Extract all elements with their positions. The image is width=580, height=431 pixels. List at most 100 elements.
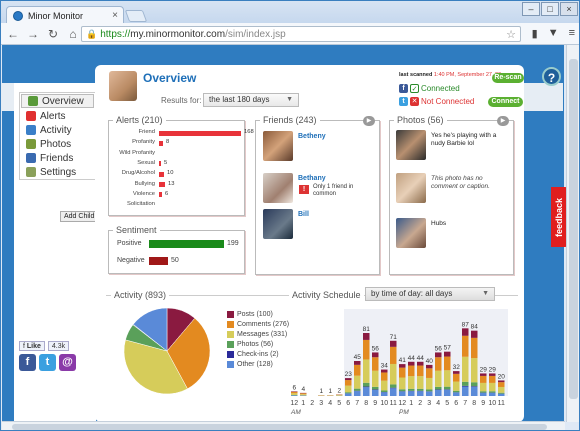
alert-count: 168 xyxy=(244,129,254,135)
schedule-bar-value: 34 xyxy=(381,363,389,370)
lock-icon: 🔒 xyxy=(86,28,98,39)
schedule-bar-value: 84 xyxy=(471,324,479,331)
friend-photo[interactable] xyxy=(263,131,293,161)
maximize-icon[interactable]: □ xyxy=(541,2,559,16)
schedule-bar-segment xyxy=(372,386,379,390)
help-icon[interactable]: ? xyxy=(542,67,561,86)
friend-name[interactable]: Bethany xyxy=(298,175,326,182)
schedule-bar-segment xyxy=(435,370,442,387)
email-icon[interactable]: @ xyxy=(59,354,76,371)
schedule-bar-segment xyxy=(480,391,487,393)
schedule-period-label: PM xyxy=(399,409,409,416)
schedule-tick-label: 7 xyxy=(463,400,467,407)
photo-thumbnail[interactable] xyxy=(396,218,426,248)
friends-next-icon[interactable]: ▶ xyxy=(363,116,375,126)
scroll-thumb[interactable] xyxy=(12,424,547,430)
schedule-bar-segment xyxy=(417,391,424,396)
schedule-bar-value: 40 xyxy=(426,358,434,365)
warning-icon: ! xyxy=(299,185,309,194)
sentiment-negative-value: 50 xyxy=(171,257,179,264)
extension-icon[interactable]: ▼ xyxy=(548,27,559,40)
schedule-bar-segment xyxy=(354,388,361,391)
chevron-down-icon: ▼ xyxy=(482,290,489,297)
friend-photo[interactable] xyxy=(263,173,293,203)
schedule-bar-segment xyxy=(390,340,397,347)
schedule-bar-value: 41 xyxy=(399,357,407,364)
friend-name[interactable]: Betheny xyxy=(298,133,326,140)
schedule-bar-segment xyxy=(399,391,406,396)
add-child-button[interactable]: Add Child xyxy=(60,211,99,222)
forward-icon[interactable]: → xyxy=(25,27,41,41)
sidebar-item-alerts[interactable]: Alerts xyxy=(20,109,95,123)
rescan-button[interactable]: Re-scan xyxy=(492,73,524,83)
schedule-bar-segment xyxy=(498,382,505,387)
date-range-select[interactable]: the last 180 days ▼ xyxy=(203,93,299,107)
activity-icon xyxy=(26,125,36,135)
schedule-bar-segment xyxy=(408,388,415,391)
home-icon[interactable]: ⌂ xyxy=(65,27,81,41)
schedule-bar-segment xyxy=(345,392,352,394)
schedule-select[interactable]: by time of day: all days ▼ xyxy=(365,287,495,301)
sidebar-item-friends[interactable]: Friends xyxy=(20,151,95,165)
schedule-tick-label: 12 xyxy=(290,400,298,407)
bookmark-star-icon[interactable]: ☆ xyxy=(506,28,516,41)
social-share: f Like 4.3k f t @ xyxy=(19,341,76,371)
alert-category-label: Violence xyxy=(132,190,155,197)
schedule-bar-segment xyxy=(462,328,469,336)
photo-thumbnail[interactable] xyxy=(396,173,426,203)
vertical-scrollbar[interactable] xyxy=(566,45,579,422)
facebook-icon: f xyxy=(399,84,408,93)
scroll-thumb[interactable] xyxy=(569,59,578,399)
schedule-tick-label: 10 xyxy=(488,400,496,407)
url-path: /sim/index.jsp xyxy=(225,28,286,40)
alert-category-label: Solicitation xyxy=(126,201,155,208)
schedule-bar-value: 23 xyxy=(345,371,353,378)
schedule-bar-segment xyxy=(408,361,415,366)
url-host: my.minormonitor.com xyxy=(130,28,226,40)
facebook-connection: f ✓ Connected xyxy=(399,84,460,93)
friend-photo[interactable] xyxy=(263,209,293,239)
connect-button[interactable]: Connect xyxy=(488,97,523,107)
photo-thumbnail[interactable] xyxy=(396,130,426,160)
sidebar-item-settings[interactable]: Settings xyxy=(20,165,95,179)
schedule-bar-segment xyxy=(363,359,370,383)
menu-icon[interactable]: ≡ xyxy=(569,27,575,40)
back-icon[interactable]: ← xyxy=(5,27,21,41)
schedule-bar-segment xyxy=(480,392,487,396)
like-button[interactable]: f Like xyxy=(19,341,45,351)
minimize-icon[interactable]: – xyxy=(522,2,540,16)
sidebar-item-overview[interactable]: Overview xyxy=(21,94,94,108)
legend-label: Photos (56) xyxy=(237,340,274,348)
schedule-bar-segment xyxy=(381,369,388,373)
schedule-bar-segment xyxy=(363,382,370,387)
signal-icon[interactable]: ▮ xyxy=(532,27,538,40)
reload-icon[interactable]: ↻ xyxy=(45,27,61,41)
schedule-bar-value: 45 xyxy=(354,354,362,361)
page-title: Overview xyxy=(143,71,197,85)
schedule-bar-segment xyxy=(399,364,406,368)
schedule-tick-label: 11 xyxy=(390,400,397,407)
twitter-icon[interactable]: t xyxy=(39,354,56,371)
schedule-bar-value: 57 xyxy=(444,345,452,352)
browser-tab[interactable]: Minor Monitor × xyxy=(6,6,124,24)
facebook-icon[interactable]: f xyxy=(19,354,36,371)
close-tab-icon[interactable]: × xyxy=(112,10,118,21)
new-tab-button[interactable] xyxy=(124,10,148,22)
schedule-bar-segment xyxy=(435,389,442,396)
friend-name[interactable]: Bill xyxy=(298,211,309,218)
sidebar-item-photos[interactable]: Photos xyxy=(20,137,95,151)
address-bar[interactable]: 🔒 https:// my.minormonitor.com /sim/inde… xyxy=(81,26,521,42)
last-scanned: last scanned 1:40 PM, September 27, 20 xyxy=(399,72,501,78)
schedule-bar-segment xyxy=(462,356,469,382)
schedule-bar-segment xyxy=(390,346,397,364)
schedule-bar-segment xyxy=(489,391,496,393)
photos-next-icon[interactable]: ▶ xyxy=(497,116,509,126)
schedule-tick-label: 4 xyxy=(328,400,332,407)
window-controls: – □ × xyxy=(522,2,578,16)
feedback-tab[interactable]: feedback xyxy=(551,187,567,247)
legend-swatch xyxy=(227,340,234,348)
close-window-icon[interactable]: × xyxy=(560,2,578,16)
sidebar-item-activity[interactable]: Activity xyxy=(20,123,95,137)
url-scheme: https:// xyxy=(100,28,131,40)
horizontal-scrollbar[interactable] xyxy=(2,421,565,430)
